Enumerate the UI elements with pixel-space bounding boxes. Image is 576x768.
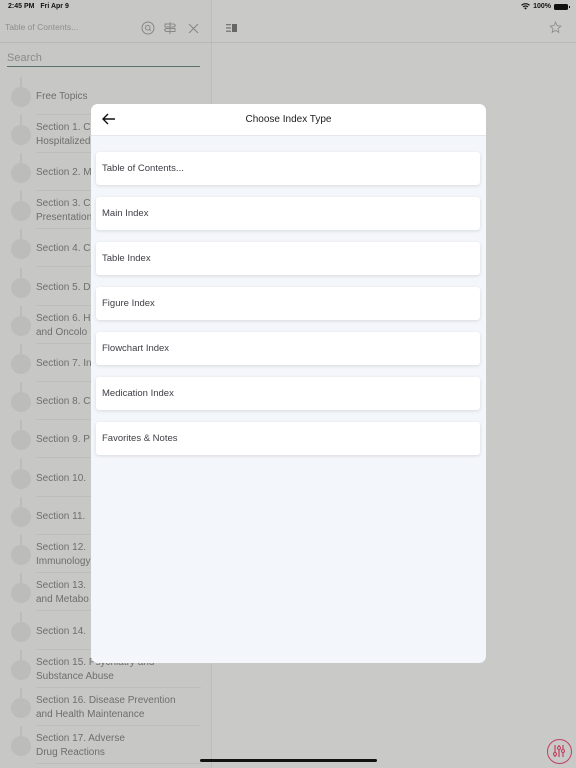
book-icon: [11, 545, 31, 565]
toc-item-label: Section 14.: [36, 626, 87, 637]
index-option[interactable]: Table Index: [96, 242, 480, 275]
modal-header: Choose Index Type: [91, 104, 486, 136]
filter-sliders-button[interactable]: [547, 739, 572, 764]
index-option[interactable]: Medication Index: [96, 377, 480, 410]
index-option[interactable]: Table of Contents...: [96, 152, 480, 185]
toc-item-label: Section 1. C Hospitalized: [36, 122, 91, 147]
index-option-label: Favorites & Notes: [102, 433, 178, 444]
index-option-label: Main Index: [102, 208, 149, 219]
index-option-label: Figure Index: [102, 298, 155, 309]
book-icon: [11, 163, 31, 183]
toc-item-label: Section 12. Immunology: [36, 542, 91, 567]
book-icon: [11, 698, 31, 718]
toc-item-label: Section 11.: [36, 511, 86, 522]
book-icon: [11, 201, 31, 221]
wifi-icon: [521, 3, 530, 10]
toc-item-label: Section 9. P: [36, 434, 90, 445]
choose-index-modal: Choose Index Type Table of Contents... Ma…: [91, 104, 486, 663]
book-icon: [11, 239, 31, 259]
toc-item-label: Section 10.: [36, 473, 87, 484]
index-option-label: Flowchart Index: [102, 343, 170, 354]
toc-item-label: Section 7. In: [36, 358, 92, 369]
status-right: 100%: [521, 3, 570, 10]
book-icon: [11, 736, 31, 756]
index-option[interactable]: Figure Index: [96, 287, 480, 320]
top-bar: [0, 14, 576, 43]
toc-item[interactable]: Section 16. Disease Prevention and Healt…: [0, 688, 211, 726]
sidebar-toggle-icon[interactable]: [225, 22, 238, 33]
book-icon: [11, 87, 31, 107]
toc-item-label: Section 3. C Presentation: [36, 198, 93, 223]
status-time: 2:45 PM Fri Apr 9: [8, 3, 69, 10]
index-option[interactable]: Flowchart Index: [96, 332, 480, 365]
book-icon: [11, 278, 31, 298]
book-icon: [11, 469, 31, 489]
search-placeholder: Search: [7, 52, 42, 64]
battery-percent: 100%: [533, 3, 551, 10]
book-icon: [11, 622, 31, 642]
status-bar: 2:45 PM Fri Apr 9 100%: [0, 0, 576, 14]
divider: [36, 763, 201, 764]
toc-item-label: Section 6. H and Oncolo: [36, 313, 91, 338]
index-option-label: Table of Contents...: [102, 163, 184, 174]
battery-icon: [554, 3, 570, 10]
book-icon: [11, 125, 31, 145]
toc-item-label: Free Topics: [36, 91, 88, 102]
modal-title: Choose Index Type: [245, 114, 332, 125]
book-icon: [11, 354, 31, 374]
search-input[interactable]: Search: [7, 52, 200, 67]
index-option-label: Medication Index: [102, 388, 174, 399]
toc-item-label: Section 13. and Metabo: [36, 580, 89, 605]
toc-item-label: Section 17. Adverse Drug Reactions: [36, 733, 125, 758]
toc-item-label: Section 8. C: [36, 396, 91, 407]
toc-item-label: Section 16. Disease Prevention and Healt…: [36, 695, 176, 720]
toc-item-label: Section 4. C: [36, 243, 91, 254]
book-icon: [11, 660, 31, 680]
book-icon: [11, 507, 31, 527]
index-option[interactable]: Favorites & Notes: [96, 422, 480, 455]
book-icon: [11, 583, 31, 603]
book-icon: [11, 316, 31, 336]
toc-item[interactable]: Section 17. Adverse Drug Reactions: [0, 726, 211, 764]
star-icon[interactable]: [548, 20, 562, 34]
index-option-label: Table Index: [102, 253, 151, 264]
home-indicator[interactable]: [200, 759, 377, 762]
index-option[interactable]: Main Index: [96, 197, 480, 230]
book-icon: [11, 430, 31, 450]
toc-item-label: Section 5. D: [36, 282, 91, 293]
sliders-icon: [553, 745, 565, 757]
book-icon: [11, 392, 31, 412]
toc-item-label: Section 2. M: [36, 167, 92, 178]
